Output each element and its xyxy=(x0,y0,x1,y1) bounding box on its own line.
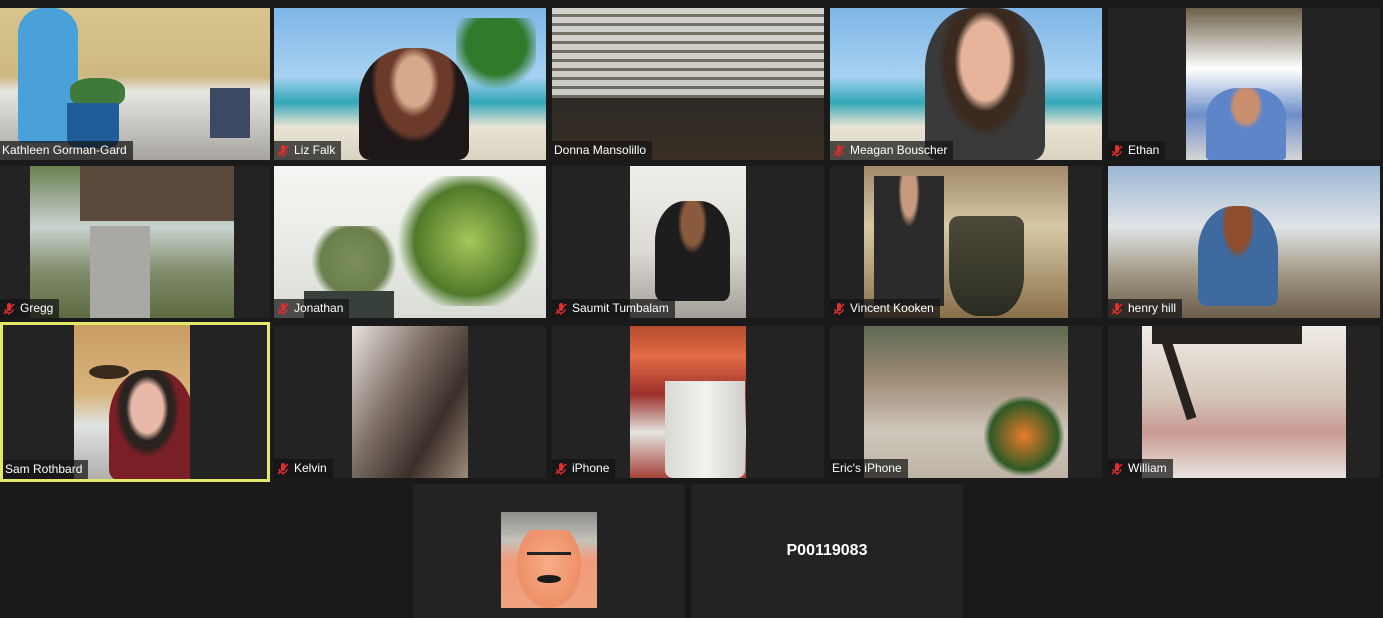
video-plant xyxy=(394,176,544,306)
video-person xyxy=(359,48,469,160)
participant-tile[interactable]: Donna Mansolillo xyxy=(552,8,824,160)
participant-video xyxy=(74,325,190,479)
participant-video xyxy=(0,8,270,160)
participant-name: Vincent Kooken xyxy=(850,301,934,315)
video-arch xyxy=(80,166,234,221)
participant-tile[interactable]: Saumit Tumbalam xyxy=(552,166,824,318)
participant-video xyxy=(274,166,546,318)
participant-name: Gregg xyxy=(20,301,54,315)
participant-video xyxy=(864,326,1068,478)
participant-name: Jonathan xyxy=(294,301,344,315)
video-plant xyxy=(304,226,404,296)
muted-microphone-icon xyxy=(1111,144,1123,157)
participant-video xyxy=(830,8,1102,160)
video-person xyxy=(1198,206,1278,306)
participant-tile[interactable]: Liz Falk xyxy=(274,8,546,160)
participant-name: Kelvin xyxy=(294,461,327,475)
muted-microphone-icon xyxy=(277,302,289,315)
participant-nametag: Gregg xyxy=(0,299,60,318)
video-person xyxy=(109,370,190,479)
participant-video xyxy=(1186,8,1302,160)
participant-name: Meagan Bouscher xyxy=(850,143,948,157)
participant-tile[interactable]: Gregg xyxy=(0,166,270,318)
video-chair xyxy=(210,88,250,138)
participant-video xyxy=(352,326,468,478)
participant-tile-active-speaker[interactable]: Sam Rothbard xyxy=(0,322,270,482)
participant-nametag: Donna Mansolillo xyxy=(552,141,653,160)
participant-video xyxy=(274,8,546,160)
participant-nametag: Eric's iPhone xyxy=(830,459,908,478)
video-bucket xyxy=(665,381,745,478)
participant-video xyxy=(1142,326,1346,478)
muted-microphone-icon xyxy=(3,302,15,315)
participant-name: iPhone xyxy=(572,461,610,475)
participant-nametag: henry hill xyxy=(1108,299,1183,318)
muted-microphone-icon xyxy=(1111,462,1123,475)
participant-tile[interactable]: Kathleen Gorman-Gard xyxy=(0,8,270,160)
participant-tile[interactable]: P00119083 xyxy=(691,484,963,618)
participant-nametag: Ethan xyxy=(1108,141,1166,160)
participant-tile[interactable]: iPhone xyxy=(552,326,824,478)
participant-nametag: Jonathan xyxy=(274,299,350,318)
participant-video xyxy=(630,166,746,318)
muted-microphone-icon xyxy=(833,302,845,315)
muted-microphone-icon xyxy=(555,302,567,315)
participant-tile[interactable]: Ethan xyxy=(1108,8,1380,160)
video-flowers xyxy=(984,396,1064,476)
participant-profile-picture xyxy=(501,512,597,608)
participant-nametag: Kelvin xyxy=(274,459,333,478)
participant-name: henry hill xyxy=(1128,301,1177,315)
avatar-glasses xyxy=(527,552,571,567)
participant-name-placeholder: P00119083 xyxy=(786,542,868,559)
video-table-leg xyxy=(1152,326,1302,344)
participant-tile[interactable]: henry hill xyxy=(1108,166,1380,318)
participant-nametag: Saumit Tumbalam xyxy=(552,299,675,318)
participant-nametag: Liz Falk xyxy=(274,141,342,160)
participant-name: William xyxy=(1128,461,1167,475)
video-window-blinds xyxy=(552,8,824,98)
muted-microphone-icon xyxy=(277,462,289,475)
participant-tile[interactable]: Vincent Kooken xyxy=(830,166,1102,318)
participant-tile[interactable] xyxy=(413,484,685,618)
participant-tile[interactable]: Jonathan xyxy=(274,166,546,318)
participant-tile[interactable]: Meagan Bouscher xyxy=(830,8,1102,160)
avatar-face-icon xyxy=(517,530,581,608)
participant-name: Eric's iPhone xyxy=(832,461,902,475)
participant-name: Saumit Tumbalam xyxy=(572,301,669,315)
video-column xyxy=(90,226,150,318)
participant-tile[interactable]: Eric's iPhone xyxy=(830,326,1102,478)
participant-nametag: William xyxy=(1108,459,1173,478)
participant-name: Ethan xyxy=(1128,143,1160,157)
participant-name: Kathleen Gorman-Gard xyxy=(2,143,127,157)
video-urn-planter xyxy=(949,216,1024,316)
video-person xyxy=(874,176,944,306)
participant-video xyxy=(1108,166,1380,318)
participant-name: Sam Rothbard xyxy=(5,462,83,476)
avatar-mustache xyxy=(537,575,561,583)
participant-nametag: iPhone xyxy=(552,459,616,478)
video-person xyxy=(925,8,1045,160)
participant-tile[interactable]: Kelvin xyxy=(274,326,546,478)
video-ceiling-fan xyxy=(89,365,129,379)
muted-microphone-icon xyxy=(555,462,567,475)
participant-nametag: Sam Rothbard xyxy=(3,460,89,479)
muted-microphone-icon xyxy=(277,144,289,157)
participant-video xyxy=(552,8,824,160)
participant-name: Liz Falk xyxy=(294,143,336,157)
participant-name: Donna Mansolillo xyxy=(554,143,647,157)
participant-tile[interactable]: William xyxy=(1108,326,1380,478)
participant-nametag: Meagan Bouscher xyxy=(830,141,954,160)
muted-microphone-icon xyxy=(1111,302,1123,315)
muted-microphone-icon xyxy=(833,144,845,157)
video-person xyxy=(655,201,730,301)
participant-video xyxy=(630,326,746,478)
participant-video xyxy=(30,166,234,318)
participant-video xyxy=(864,166,1068,318)
video-person xyxy=(1206,88,1286,160)
participant-nametag: Kathleen Gorman-Gard xyxy=(0,141,133,160)
participant-nametag: Vincent Kooken xyxy=(830,299,940,318)
